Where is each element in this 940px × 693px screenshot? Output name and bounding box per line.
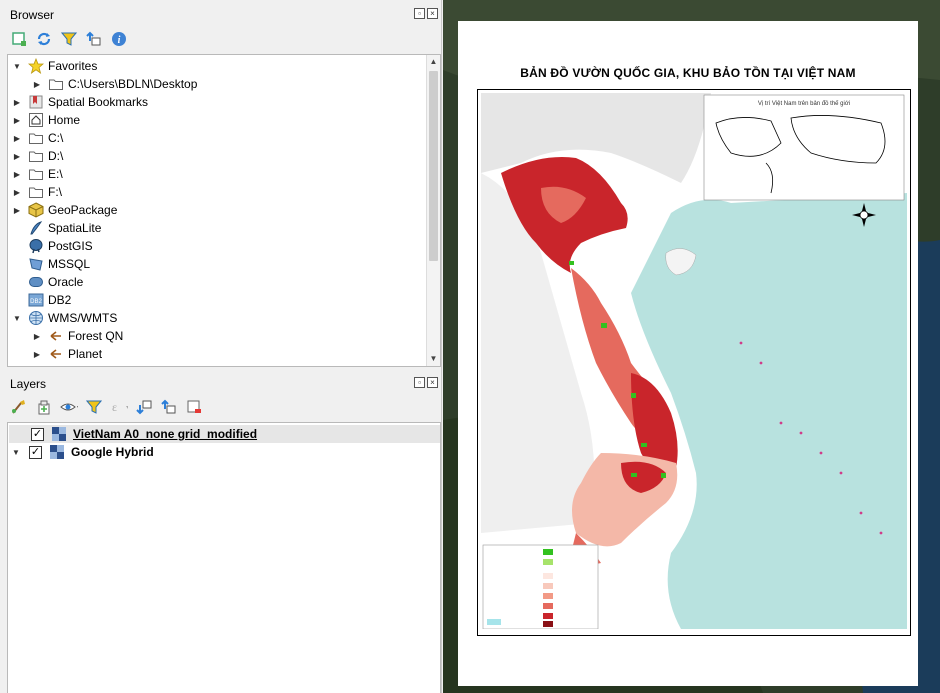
tree-item-desktop[interactable]: ▶ C:\Users\BDLN\Desktop [32,75,197,93]
layer-item-google-hybrid[interactable]: ▼ ✓ Google Hybrid [9,443,440,461]
panel-splitter[interactable] [0,367,442,372]
expression-icon: ε [110,398,128,416]
svg-text:i: i [118,35,121,46]
bookmark-icon [28,94,44,110]
expand-arrow-icon[interactable]: ▶ [32,349,42,359]
layer-visibility-checkbox[interactable]: ✓ [31,427,44,441]
star-icon [28,58,44,74]
tree-item-oracle[interactable]: Oracle [12,273,83,291]
expand-arrow-icon[interactable]: ▶ [12,169,22,179]
tree-item-drive-d[interactable]: ▶ D:\ [12,147,63,165]
style-icon[interactable] [10,398,28,416]
spatialite-icon [28,220,44,236]
expand-arrow-icon[interactable]: ▼ [11,447,21,457]
expand-arrow-icon[interactable]: ▶ [12,115,22,125]
browser-scrollbar[interactable]: ▲ ▼ [426,55,440,366]
add-layer-icon[interactable] [10,30,28,48]
layers-toolbar: ε [10,394,203,420]
collapse-all-icon[interactable] [85,30,103,48]
tree-item-geopackage[interactable]: ▶ GeoPackage [12,201,117,219]
tree-item-drive-c[interactable]: ▶ C:\ [12,129,63,147]
refresh-icon[interactable] [35,30,53,48]
expand-arrow-icon[interactable]: ▼ [12,61,22,71]
browser-panel-title: Browser [10,8,55,22]
layers-tree: ✓ VietNam A0_none grid_modified ▼ ✓ Goog… [7,422,441,693]
tree-item-postgis[interactable]: PostGIS [12,237,93,255]
info-icon[interactable]: i [110,30,128,48]
tree-item-drive-e[interactable]: ▶ E:\ [12,165,63,183]
tree-item-home[interactable]: ▶ Home [12,111,80,129]
expand-arrow-icon[interactable]: ▶ [12,133,22,143]
expand-arrow-icon[interactable]: ▶ [32,331,42,341]
tree-item-planet[interactable]: ▶ Planet [32,345,102,363]
tree-item-spatialite[interactable]: SpatiaLite [12,219,101,237]
float-panel-button[interactable]: ▫ [414,8,425,19]
vietnam-map-graphic: Vị trí Việt Nam trên bản đồ thế giới [481,93,907,629]
add-group-icon[interactable] [35,398,53,416]
scroll-down-icon[interactable]: ▼ [427,352,440,366]
layers-panel-title: Layers [10,377,47,391]
raster-icon [51,426,67,442]
folder-icon [28,148,44,164]
tree-item-wms-wmts[interactable]: ▼ WMS/WMTS [12,309,117,327]
geopackage-icon [28,202,44,218]
expand-arrow-icon[interactable]: ▼ [12,313,22,323]
layer-item-vietnam-a0[interactable]: ✓ VietNam A0_none grid_modified [9,425,440,443]
filter-icon[interactable] [60,30,78,48]
wms-layer-icon [48,346,64,362]
layer-visibility-checkbox[interactable]: ✓ [29,445,42,459]
close-panel-button[interactable]: × [427,8,438,19]
folder-icon [28,184,44,200]
expand-arrow-icon[interactable]: ▶ [12,97,22,107]
postgis-icon [28,238,44,254]
db2-icon: DB2 [28,292,44,308]
tree-item-forest-qn[interactable]: ▶ Forest QN [32,327,123,345]
folder-icon [28,166,44,182]
browser-panel-header: Browser ▫ × [0,4,442,26]
inset-map-title: Vị trí Việt Nam trên bản đồ thế giới [758,101,850,107]
expand-arrow-icon[interactable]: ▶ [12,151,22,161]
wms-layer-icon [48,328,64,344]
layers-panel-header: Layers ▫ × [0,373,442,395]
expand-arrow-icon[interactable]: ▶ [32,79,42,89]
tree-item-db2[interactable]: DB2 DB2 [12,291,71,309]
tree-item-mssql[interactable]: MSSQL [12,255,90,273]
svg-text:DB2: DB2 [30,299,42,305]
float-panel-button[interactable]: ▫ [414,377,425,388]
tree-item-favorites[interactable]: ▼ Favorites [12,57,97,75]
home-icon [28,112,44,128]
filter-icon[interactable] [85,398,103,416]
expand-arrow-icon[interactable]: ▶ [12,187,22,197]
vietnam-map: Vị trí Việt Nam trên bản đồ thế giới [481,93,907,629]
scrollbar-thumb[interactable] [429,71,438,261]
expand-arrow-icon[interactable]: ▶ [12,205,22,215]
tree-item-drive-f[interactable]: ▶ F:\ [12,183,62,201]
folder-icon [28,130,44,146]
folder-icon [48,76,64,92]
remove-layer-icon[interactable] [185,398,203,416]
collapse-all-icon[interactable] [160,398,178,416]
print-layout-page: BẢN ĐỒ VƯỜN QUỐC GIA, KHU BẢO TỒN TẠI VI… [458,21,918,686]
tree-item-spatial-bookmarks[interactable]: ▶ Spatial Bookmarks [12,93,148,111]
raster-icon [49,444,65,460]
close-panel-button[interactable]: × [427,377,438,388]
left-dock-pane: Browser ▫ × i ▼ Favorites ▶ C:\Users\BDL… [0,0,442,693]
expand-all-icon[interactable] [135,398,153,416]
svg-text:ε: ε [112,400,117,414]
visibility-icon[interactable] [60,398,78,416]
globe-icon [28,310,44,326]
map-title: BẢN ĐỒ VƯỜN QUỐC GIA, KHU BẢO TỒN TẠI VI… [520,66,856,80]
browser-tree: ▼ Favorites ▶ C:\Users\BDLN\Desktop ▶ Sp… [7,54,441,367]
browser-toolbar: i [10,26,128,52]
mssql-icon [28,256,44,272]
oracle-icon [28,274,44,290]
scroll-up-icon[interactable]: ▲ [427,55,440,69]
